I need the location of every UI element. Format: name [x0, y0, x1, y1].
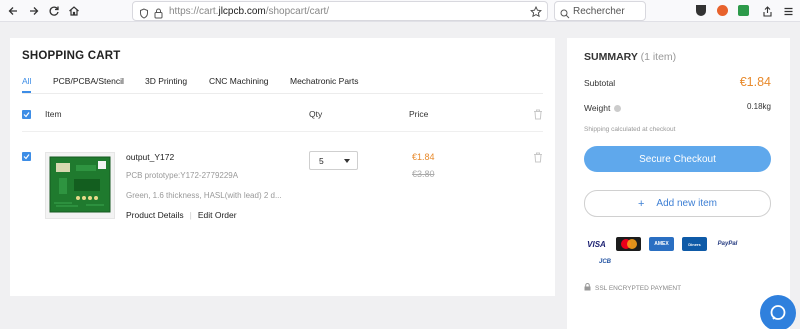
product-details-link[interactable]: Product Details	[126, 210, 184, 220]
reload-icon[interactable]	[45, 2, 63, 20]
search-icon	[560, 6, 570, 24]
tab-mechatronic-parts[interactable]: Mechatronic Parts	[290, 76, 359, 86]
select-all-checkbox[interactable]	[22, 110, 31, 119]
amex-logo: AMEX	[649, 237, 674, 251]
chevron-down-icon	[344, 159, 350, 163]
url-text: https://cart.jlcpcb.com/shopcart/cart/	[169, 6, 330, 17]
add-new-item-button[interactable]: + Add new item	[584, 190, 771, 217]
green-extension-icon[interactable]	[738, 5, 749, 16]
lock-icon	[584, 283, 591, 291]
lock-icon[interactable]	[154, 6, 163, 24]
firefox-extension-icon[interactable]	[717, 5, 728, 16]
item-price: €1.84	[412, 152, 435, 162]
shipping-note: Shipping calculated at checkout	[584, 126, 676, 133]
chat-icon	[770, 305, 786, 320]
trash-icon[interactable]	[533, 150, 543, 163]
check-icon	[23, 154, 30, 160]
product-name[interactable]: output_Y172	[126, 152, 174, 162]
check-icon	[23, 112, 30, 118]
url-bar[interactable]: https://cart.jlcpcb.com/shopcart/cart/	[132, 1, 548, 21]
tab-all[interactable]: All	[22, 76, 31, 86]
column-header-item: Item	[45, 109, 62, 119]
page-title: SHOPPING CART	[22, 50, 121, 62]
item-old-price: €3.80	[412, 169, 435, 179]
summary-title: SUMMARY (1 item)	[584, 51, 677, 63]
star-icon[interactable]	[530, 5, 542, 23]
secure-checkout-button[interactable]: Secure Checkout	[584, 146, 771, 172]
order-summary-panel: SUMMARY (1 item) Subtotal €1.84 Weight 0…	[567, 38, 790, 329]
product-subtitle: PCB prototype:Y172-2779229A	[126, 171, 239, 180]
divider	[22, 93, 543, 94]
item-checkbox[interactable]	[22, 152, 31, 161]
tab-3d-printing[interactable]: 3D Printing	[145, 76, 187, 86]
home-icon[interactable]	[65, 2, 83, 20]
quantity-value: 5	[319, 156, 324, 166]
column-header-price: Price	[409, 109, 429, 119]
jcb-logo: JCB	[594, 257, 616, 266]
weight-value: 0.18kg	[746, 102, 771, 111]
tab-cnc-machining[interactable]: CNC Machining	[209, 76, 269, 86]
search-placeholder: Rechercher	[573, 6, 625, 17]
subtotal-label: Subtotal	[584, 78, 616, 88]
diners-logo: Diners	[682, 237, 707, 251]
product-description: Green, 1.6 thickness, HASL(with lead) 2 …	[126, 191, 282, 200]
shield-icon[interactable]	[139, 6, 149, 24]
add-new-item-label: Add new item	[656, 198, 718, 209]
quantity-select[interactable]: 5	[309, 151, 358, 170]
product-links: Product Details | Edit Order	[126, 210, 237, 220]
shield-extension-icon[interactable]	[696, 5, 706, 16]
weight-label: Weight	[584, 103, 622, 113]
summary-count: (1 item)	[640, 51, 677, 63]
paypal-logo: PayPal	[715, 237, 740, 251]
menu-icon[interactable]	[779, 2, 797, 20]
tab-pcb[interactable]: PCB/PCBA/Stencil	[53, 76, 124, 86]
pcb-thumbnail[interactable]	[45, 152, 115, 219]
share-icon[interactable]	[758, 2, 776, 20]
forward-arrow-icon[interactable]	[25, 2, 43, 20]
mastercard-logo	[616, 237, 641, 251]
back-arrow-icon[interactable]	[4, 2, 22, 20]
ssl-notice: SSL ENCRYPTED PAYMENT	[584, 283, 681, 292]
divider	[22, 131, 543, 132]
search-input[interactable]: Rechercher	[554, 1, 646, 21]
browser-toolbar: https://cart.jlcpcb.com/shopcart/cart/ R…	[0, 0, 800, 22]
chat-button[interactable]	[760, 295, 796, 329]
plus-icon: +	[637, 197, 645, 210]
edit-order-link[interactable]: Edit Order	[198, 210, 237, 220]
info-icon[interactable]	[614, 105, 622, 113]
visa-logo: VISA	[584, 237, 609, 251]
subtotal-value: €1.84	[739, 75, 771, 89]
trash-icon[interactable]	[533, 107, 543, 120]
link-separator: |	[189, 210, 192, 220]
shopping-cart-panel: SHOPPING CART All PCB/PCBA/Stencil 3D Pr…	[10, 38, 555, 296]
column-header-qty: Qty	[309, 109, 323, 119]
